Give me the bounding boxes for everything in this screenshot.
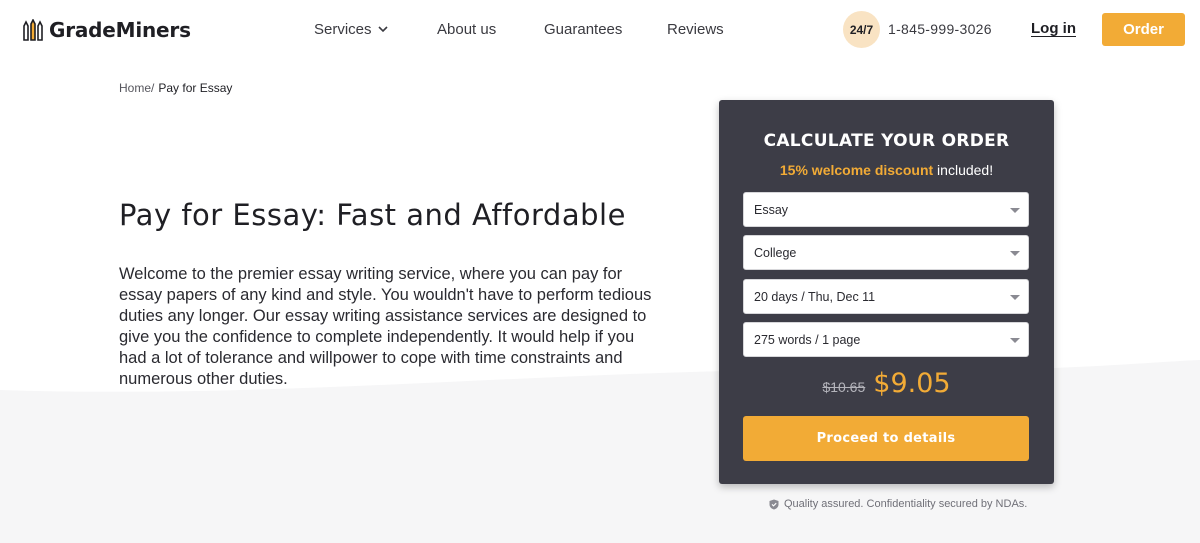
caret-down-icon xyxy=(1010,208,1020,213)
nav-guarantees[interactable]: Guarantees xyxy=(544,21,622,38)
nav-about-us[interactable]: About us xyxy=(437,21,496,38)
pencils-icon xyxy=(23,19,43,41)
caret-down-icon xyxy=(1010,251,1020,256)
quality-note: Quality assured. Confidentiality secured… xyxy=(769,498,1027,510)
site-header: GradeMiners Services About us Guarantees… xyxy=(0,0,1200,58)
new-price: $9.05 xyxy=(873,368,951,399)
nav-reviews[interactable]: Reviews xyxy=(667,21,724,38)
breadcrumb-home[interactable]: Home/ xyxy=(119,81,154,95)
caret-down-icon xyxy=(1010,295,1020,300)
chevron-down-icon xyxy=(377,26,388,33)
shield-icon xyxy=(769,499,779,509)
calculator-title: CALCULATE YOUR ORDER xyxy=(763,131,1010,151)
support-badge: 24/7 xyxy=(843,11,880,48)
paper-type-select[interactable]: Essay xyxy=(743,192,1029,227)
logo[interactable]: GradeMiners xyxy=(22,17,191,43)
caret-down-icon xyxy=(1010,338,1020,343)
phone-number[interactable]: 1-845-999-3026 xyxy=(888,21,992,37)
pages-value: 275 words / 1 page xyxy=(754,333,861,347)
login-link[interactable]: Log in xyxy=(1031,20,1076,37)
discount-suffix: included! xyxy=(933,162,994,178)
proceed-button[interactable]: Proceed to details xyxy=(743,416,1029,461)
nav-services[interactable]: Services xyxy=(314,21,388,38)
deadline-select[interactable]: 20 days / Thu, Dec 11 xyxy=(743,279,1029,314)
breadcrumb-current: Pay for Essay xyxy=(158,81,233,95)
academic-level-value: College xyxy=(754,246,797,260)
paper-type-value: Essay xyxy=(754,203,789,217)
discount-highlight: 15% welcome discount xyxy=(779,162,934,178)
logo-text: GradeMiners xyxy=(49,18,191,42)
nav-services-label: Services xyxy=(314,21,372,38)
price-row: $10.65 $9.05 xyxy=(719,368,1054,399)
order-button[interactable]: Order xyxy=(1102,13,1185,46)
deadline-value: 20 days / Thu, Dec 11 xyxy=(754,290,876,304)
order-calculator: CALCULATE YOUR ORDER 15% welcome discoun… xyxy=(719,100,1054,484)
pages-select[interactable]: 275 words / 1 page xyxy=(743,322,1029,357)
page-title: Pay for Essay: Fast and Affordable xyxy=(119,198,626,232)
discount-note: 15% welcome discount included! xyxy=(719,162,1054,178)
quality-note-text: Quality assured. Confidentiality secured… xyxy=(784,498,1028,510)
intro-paragraph: Welcome to the premier essay writing ser… xyxy=(119,265,652,388)
old-price: $10.65 xyxy=(822,379,866,395)
academic-level-select[interactable]: College xyxy=(743,235,1029,270)
breadcrumb: Home/ Pay for Essay xyxy=(119,81,232,95)
